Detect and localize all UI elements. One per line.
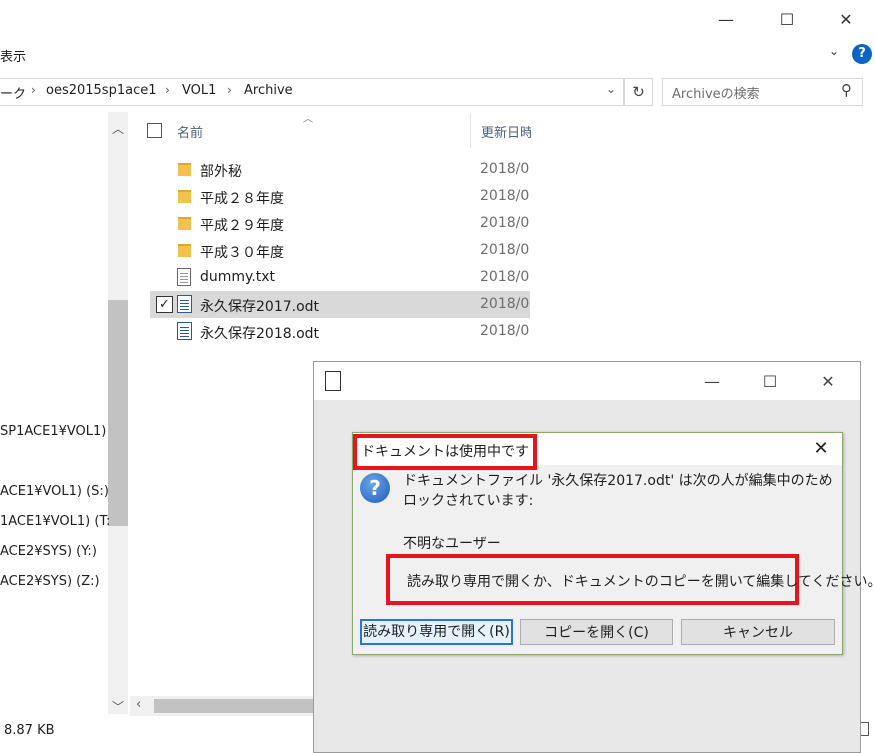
breadcrumb-item[interactable]: oes2015sp1ace1 (46, 83, 157, 98)
file-date: 2018/02 (480, 296, 530, 312)
document-icon (325, 371, 341, 391)
nav-item-drive[interactable]: 1ACE1¥VOL1) (T: (0, 514, 110, 529)
file-date: 2018/03 (480, 161, 530, 177)
ribbon-expand-icon[interactable]: ⌄ (829, 44, 839, 58)
scroll-up-icon[interactable]: ︿ (108, 120, 128, 137)
file-name: 部外秘 (200, 164, 242, 180)
lo-minimize-button[interactable]: — (700, 370, 724, 394)
minimize-button[interactable]: — (714, 8, 738, 32)
lo-maximize-button[interactable]: ☐ (758, 370, 782, 394)
nav-item-drive[interactable]: ACE2¥SYS) (Z:) (0, 574, 100, 589)
chevron-down-icon[interactable]: ⌄ (606, 82, 616, 96)
file-date: 2018/03 (480, 215, 530, 231)
file-name: 平成２８年度 (200, 191, 284, 207)
chevron-right-icon: › (165, 83, 170, 97)
file-date: 2018/02 (480, 323, 530, 339)
nav-item-drive[interactable]: ACE1¥VOL1) (S:) (0, 484, 109, 499)
open-copy-button[interactable]: コピーを開く(C) (520, 619, 673, 645)
file-row[interactable]: 部外秘 2018/03 (150, 156, 530, 183)
scroll-left-icon[interactable]: ‹ (136, 697, 141, 712)
column-divider[interactable] (470, 114, 471, 148)
chevron-right-icon: › (227, 83, 232, 97)
maximize-button[interactable]: ☐ (775, 8, 799, 32)
file-name: 平成２９年度 (200, 218, 284, 234)
file-row[interactable]: 平成２８年度 2018/03 (150, 183, 530, 210)
row-checkbox[interactable]: ✓ (156, 296, 173, 313)
search-input[interactable]: Archiveの検索 ⚲ (662, 78, 863, 106)
lo-close-button[interactable]: ✕ (816, 370, 840, 394)
file-date: 2018/03 (480, 242, 530, 258)
breadcrumb-item[interactable]: Archive (244, 83, 293, 98)
text-file-icon (177, 268, 191, 286)
folder-icon (178, 190, 191, 203)
file-name: 平成３０年度 (200, 245, 284, 261)
dialog-message: ドキュメントファイル '永久保存2017.odt' は次の人が編集中のためロック… (403, 473, 833, 509)
file-row-selected[interactable]: ✓ 永久保存2017.odt 2018/02 (150, 291, 530, 318)
search-icon[interactable]: ⚲ (841, 81, 852, 99)
horizontal-scrollbar[interactable]: ‹ (130, 696, 314, 716)
horizontal-scroll-thumb[interactable] (154, 699, 314, 713)
file-name: dummy.txt (200, 269, 276, 285)
open-readonly-button[interactable]: 読み取り専用で開く(R) (360, 619, 513, 645)
folder-icon (178, 217, 191, 230)
question-icon: ? (360, 473, 390, 503)
file-row[interactable]: dummy.txt 2018/03 (150, 264, 530, 291)
folder-icon (178, 163, 191, 176)
libreoffice-titlebar: — ☐ ✕ (314, 362, 860, 400)
status-size: 8.87 KB (4, 723, 55, 738)
nav-item-drive[interactable]: ACE2¥SYS) (Y:) (0, 544, 97, 559)
column-header-date[interactable]: 更新日時 (481, 122, 531, 141)
select-all-checkbox[interactable] (147, 123, 162, 138)
chevron-right-icon: › (31, 83, 36, 97)
dialog-titlebar: ドキュメントは使用中です ✕ (353, 433, 842, 470)
file-row[interactable]: 平成２９年度 2018/03 (150, 210, 530, 237)
file-name: 永久保存2018.odt (200, 326, 320, 342)
column-header-name[interactable]: 名前 (177, 122, 203, 141)
search-placeholder: Archiveの検索 (672, 87, 760, 102)
document-in-use-dialog: ドキュメントは使用中です ✕ ? ドキュメントファイル '永久保存2017.od… (352, 432, 875, 655)
file-date: 2018/03 (480, 188, 530, 204)
nav-scroll-thumb[interactable] (108, 300, 128, 526)
highlight-box: 読み取り専用で開くか、ドキュメントのコピーを開いて編集してください。 (386, 554, 875, 605)
odt-file-icon (177, 295, 192, 313)
address-bar[interactable]: ーク › oes2015sp1ace1 › VOL1 › Archive ⌄ (0, 78, 624, 106)
breadcrumb-item[interactable]: ーク (0, 83, 26, 102)
refresh-button[interactable]: ↻ (624, 78, 653, 106)
dialog-question: 読み取り専用で開くか、ドキュメントのコピーを開いて編集してください。 (407, 574, 875, 590)
dialog-close-icon[interactable]: ✕ (809, 437, 833, 461)
file-date: 2018/03 (480, 269, 530, 285)
file-row[interactable]: 平成３０年度 2018/03 (150, 237, 530, 264)
nav-item-drive[interactable]: SP1ACE1¥VOL1) (0, 424, 106, 439)
help-icon[interactable]: ? (852, 44, 872, 64)
scroll-down-icon[interactable]: ﹀ (108, 698, 128, 715)
file-name: 永久保存2017.odt (200, 299, 320, 315)
breadcrumb-item[interactable]: VOL1 (182, 83, 216, 98)
cancel-button[interactable]: キャンセル (681, 619, 835, 645)
folder-icon (178, 244, 191, 257)
menu-view[interactable]: 表示 (0, 46, 26, 65)
lock-owner: 不明なユーザー (403, 536, 501, 552)
file-row[interactable]: 永久保存2018.odt 2018/02 (150, 318, 530, 345)
sort-up-icon: ︿ (303, 114, 313, 125)
odt-file-icon (177, 322, 192, 340)
dialog-title: ドキュメントは使用中です (353, 434, 537, 470)
close-button[interactable]: ✕ (834, 8, 858, 32)
